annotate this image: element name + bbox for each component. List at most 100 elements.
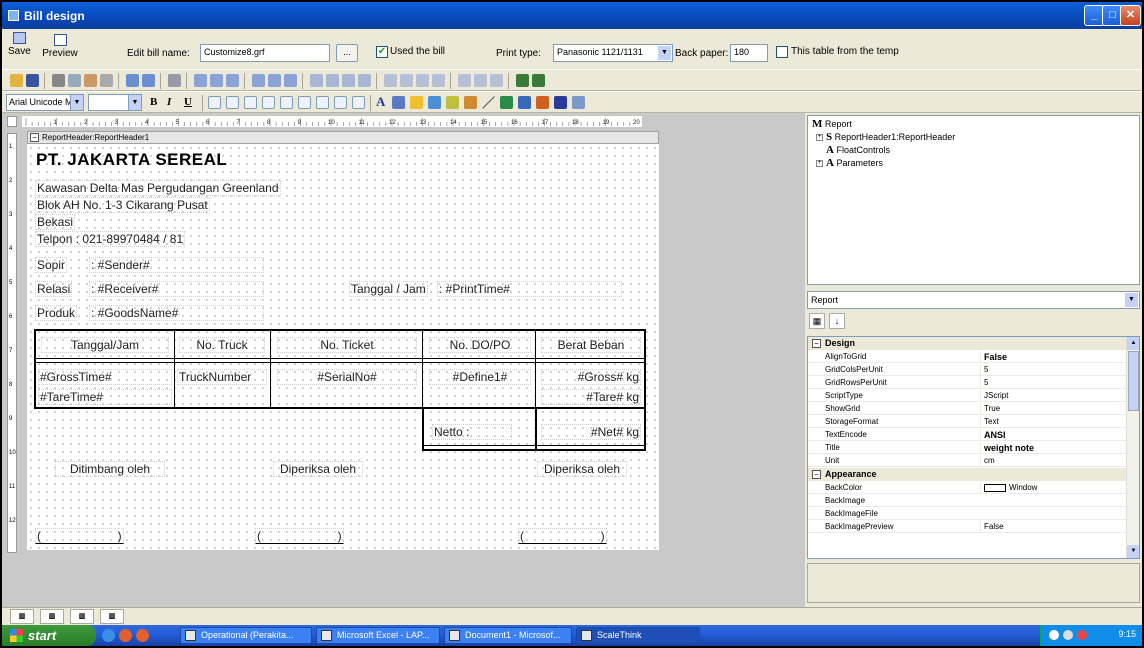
property-value[interactable]: 5 [980, 377, 1125, 389]
diperiksa-label[interactable]: Diperiksa oleh [537, 461, 627, 477]
property-value[interactable]: Text [980, 416, 1125, 428]
task-operational[interactable]: Operational (Perakita... [180, 627, 312, 644]
address-line[interactable]: Bekasi [35, 214, 76, 230]
hspace-increase-icon[interactable] [400, 74, 413, 87]
signature-line[interactable]: ( ) [518, 528, 607, 544]
bill-name-input[interactable]: Customize8.grf [200, 44, 330, 62]
system-var-icon[interactable] [446, 96, 459, 109]
border-none-icon[interactable] [298, 96, 311, 109]
property-scrollbar[interactable]: ▲ ▼ [1126, 337, 1139, 558]
address-line[interactable]: Blok AH No. 1-3 Cikarang Pusat [35, 197, 210, 213]
property-row[interactable]: BackImagePreview False [808, 521, 1126, 533]
property-category[interactable]: − Design [808, 337, 1126, 350]
property-row[interactable]: BackColor Window [808, 482, 1126, 494]
view-tab[interactable]: ▥ [10, 609, 34, 624]
scroll-thumb[interactable] [1128, 351, 1139, 411]
collapse-icon[interactable]: − [812, 339, 821, 348]
grid-icon[interactable] [358, 74, 371, 87]
send-back-icon[interactable] [532, 74, 545, 87]
property-grid[interactable]: ▲ ▼ − Design AlignToGrid False GridColsPerUni… [807, 336, 1140, 559]
border-inner-icon[interactable] [334, 96, 347, 109]
border-style-icon[interactable] [352, 96, 365, 109]
close-button[interactable]: ✕ [1120, 5, 1141, 26]
property-row[interactable]: BackImage [808, 495, 1126, 507]
property-row[interactable]: BackImageFile [808, 508, 1126, 520]
browser2-icon[interactable] [136, 629, 149, 642]
produk-label[interactable]: Produk [35, 305, 78, 321]
open-icon[interactable] [10, 74, 23, 87]
title-bar[interactable]: Bill design _ □ ✕ [2, 2, 1142, 29]
col-header[interactable]: No. Ticket [277, 337, 417, 353]
bold-button[interactable]: B [150, 96, 157, 108]
underline-button[interactable]: U [184, 96, 192, 108]
tray-icon[interactable] [1077, 630, 1087, 640]
align-left-icon[interactable] [194, 74, 207, 87]
task-document1[interactable]: Document1 - Microsof... [444, 627, 572, 644]
object-select[interactable]: Report ▼ [807, 291, 1140, 309]
col-header[interactable]: No. DO/PO [429, 337, 531, 353]
task-excel[interactable]: Microsoft Excel - LAP... [316, 627, 440, 644]
goods-name-field[interactable]: : #GoodsName# [89, 305, 264, 321]
font-size-select[interactable]: ▼ [88, 94, 142, 111]
property-row[interactable]: StorageFormat Text [808, 416, 1126, 428]
vspace-decrease-icon[interactable] [490, 74, 503, 87]
align-bottom-icon[interactable] [284, 74, 297, 87]
categorized-icon[interactable]: ▦ [809, 313, 825, 329]
vspace-equal-icon[interactable] [458, 74, 471, 87]
collapse-icon[interactable]: − [30, 133, 39, 142]
sort-az-icon[interactable]: ↓ [829, 313, 845, 329]
expand-icon[interactable]: + [816, 134, 823, 142]
summary-box-icon[interactable] [464, 96, 477, 109]
align-top-icon[interactable] [252, 74, 265, 87]
chart-icon[interactable] [536, 96, 549, 109]
ie-icon[interactable] [102, 629, 115, 642]
line-tool-icon[interactable] [482, 96, 495, 109]
col-header[interactable]: Tanggal/Jam [41, 337, 169, 353]
border-all-icon[interactable] [280, 96, 293, 109]
property-row[interactable]: Title weight note [808, 442, 1126, 454]
border-bottom-icon[interactable] [226, 96, 239, 109]
save-button[interactable]: Save [8, 32, 31, 57]
chevron-down-icon[interactable]: ▼ [1125, 293, 1138, 307]
tare-time-field[interactable]: #TareTime# [38, 389, 172, 405]
relasi-label[interactable]: Relasi [35, 281, 73, 297]
property-row[interactable]: ScriptType JScript [808, 390, 1126, 402]
browse-button[interactable]: ... [336, 44, 358, 62]
design-canvas[interactable]: 1 2 3 4 5 6 7 8 9 10 11 12 13 14 15 16 17 18 19 20 12345678… [2, 113, 805, 607]
align-center-icon[interactable] [210, 74, 223, 87]
property-row[interactable]: ShowGrid True [808, 403, 1126, 415]
bring-front-icon[interactable] [516, 74, 529, 87]
tanggal-label[interactable]: Tanggal / Jam [349, 281, 428, 297]
paste-icon[interactable] [84, 74, 97, 87]
back-paper-input[interactable]: 180 [730, 44, 768, 62]
delete-icon[interactable] [100, 74, 113, 87]
tree-root[interactable]: M Report [812, 118, 852, 130]
gross-weight-field[interactable]: #Gross# kg [541, 369, 641, 385]
border-top-icon[interactable] [208, 96, 221, 109]
font-select[interactable]: Arial Unicode MS ▼ [6, 94, 84, 111]
sub-report-icon[interactable] [572, 96, 585, 109]
company-name[interactable]: PT. JAKARTA SEREAL [35, 150, 228, 170]
hspace-equal-icon[interactable] [384, 74, 397, 87]
col-header[interactable]: No. Truck [179, 337, 265, 353]
hspace-remove-icon[interactable] [432, 74, 445, 87]
used-bill-checkbox[interactable]: ✔ [376, 46, 388, 58]
signature-line[interactable]: ( ) [35, 528, 124, 544]
rich-text-icon[interactable] [518, 96, 531, 109]
diperiksa-label[interactable]: Diperiksa oleh [273, 461, 363, 477]
address-line[interactable]: Kawasan Delta Mas Pergudangan Greenland [35, 180, 281, 196]
property-category[interactable]: − Appearance [808, 468, 1126, 481]
property-row[interactable]: AlignToGrid False [808, 351, 1126, 363]
same-height-icon[interactable] [326, 74, 339, 87]
tree-item-report-header[interactable]: + S ReportHeader1:ReportHeader [816, 131, 955, 143]
net-weight-field[interactable]: #Net# kg [541, 424, 641, 440]
section-header[interactable]: − ReportHeader:ReportHeader1 [27, 131, 659, 144]
gross-time-field[interactable]: #GrossTime# [38, 369, 172, 385]
serial-no-field[interactable]: #SerialNo# [277, 369, 417, 385]
sender-field[interactable]: : #Sender# [89, 257, 264, 273]
browser-icon[interactable] [119, 629, 132, 642]
cut-icon[interactable] [52, 74, 65, 87]
print-type-select[interactable]: Panasonic 1121/1131 ▼ [553, 44, 673, 62]
netto-label[interactable]: Netto : [432, 424, 512, 440]
property-value[interactable]: 5 [980, 364, 1125, 376]
